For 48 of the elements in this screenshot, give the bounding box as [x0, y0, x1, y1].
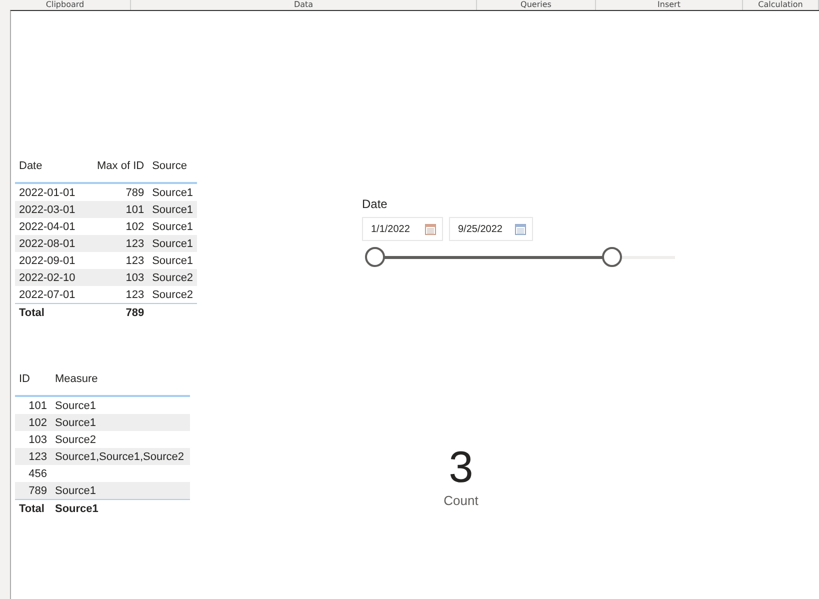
total-cell: 789	[93, 304, 148, 321]
table-cell: Source1	[51, 482, 190, 500]
start-date-field[interactable]: 1/1/2022	[362, 217, 443, 241]
end-date-field[interactable]: 9/25/2022	[449, 217, 533, 241]
total-cell: Source1	[51, 500, 190, 517]
table-cell: Source1	[51, 414, 190, 431]
table-cell: Source1	[148, 183, 198, 201]
total-cell: Total	[15, 304, 93, 321]
table-cell: 123	[93, 252, 148, 269]
column-header[interactable]: Date	[15, 152, 93, 183]
table-cell: 2022-02-10	[15, 269, 93, 286]
table-cell: Source1	[148, 235, 198, 252]
table-cell: 123	[15, 448, 51, 465]
table-cell: 102	[15, 414, 51, 431]
card-value: 3	[448, 443, 474, 493]
table-cell: 2022-07-01	[15, 286, 93, 304]
table-cell: 456	[15, 465, 51, 482]
table-cell: Source2	[148, 269, 198, 286]
slicer-title: Date	[362, 197, 388, 211]
table-cell: 101	[93, 201, 148, 218]
table-cell: 103	[15, 431, 51, 448]
table-cell: Source1	[148, 201, 198, 218]
table-cell: Source2	[148, 286, 198, 304]
table-cell: 101	[15, 396, 51, 414]
table-cell: Source1	[148, 252, 198, 269]
table-cell: 2022-08-01	[15, 235, 93, 252]
column-header[interactable]: ID	[15, 365, 51, 396]
slider-handle[interactable]	[365, 247, 385, 267]
table-cell: 2022-04-01	[15, 218, 93, 235]
table-cell: Source1	[51, 396, 190, 414]
total-cell: Total	[15, 500, 51, 517]
table-cell: 789	[15, 482, 51, 500]
card-label: Count	[442, 493, 480, 508]
table-cell: Source1,Source1,Source2	[51, 448, 190, 465]
table-cell: 102	[93, 218, 148, 235]
column-header[interactable]: Max of ID	[93, 152, 148, 183]
table-cell: Source1	[148, 218, 198, 235]
table-cell: 2022-03-01	[15, 201, 93, 218]
column-header[interactable]: Source	[148, 152, 198, 183]
table-cell: 123	[93, 286, 148, 304]
table-cell: 123	[93, 235, 148, 252]
table-cell: 789	[93, 183, 148, 201]
slider-handle[interactable]	[602, 247, 622, 267]
table-cell: 2022-01-01	[15, 183, 93, 201]
table-cell: 103	[93, 269, 148, 286]
table-cell: Source2	[51, 431, 190, 448]
column-header[interactable]: Measure	[51, 365, 190, 396]
table-cell: 2022-09-01	[15, 252, 93, 269]
